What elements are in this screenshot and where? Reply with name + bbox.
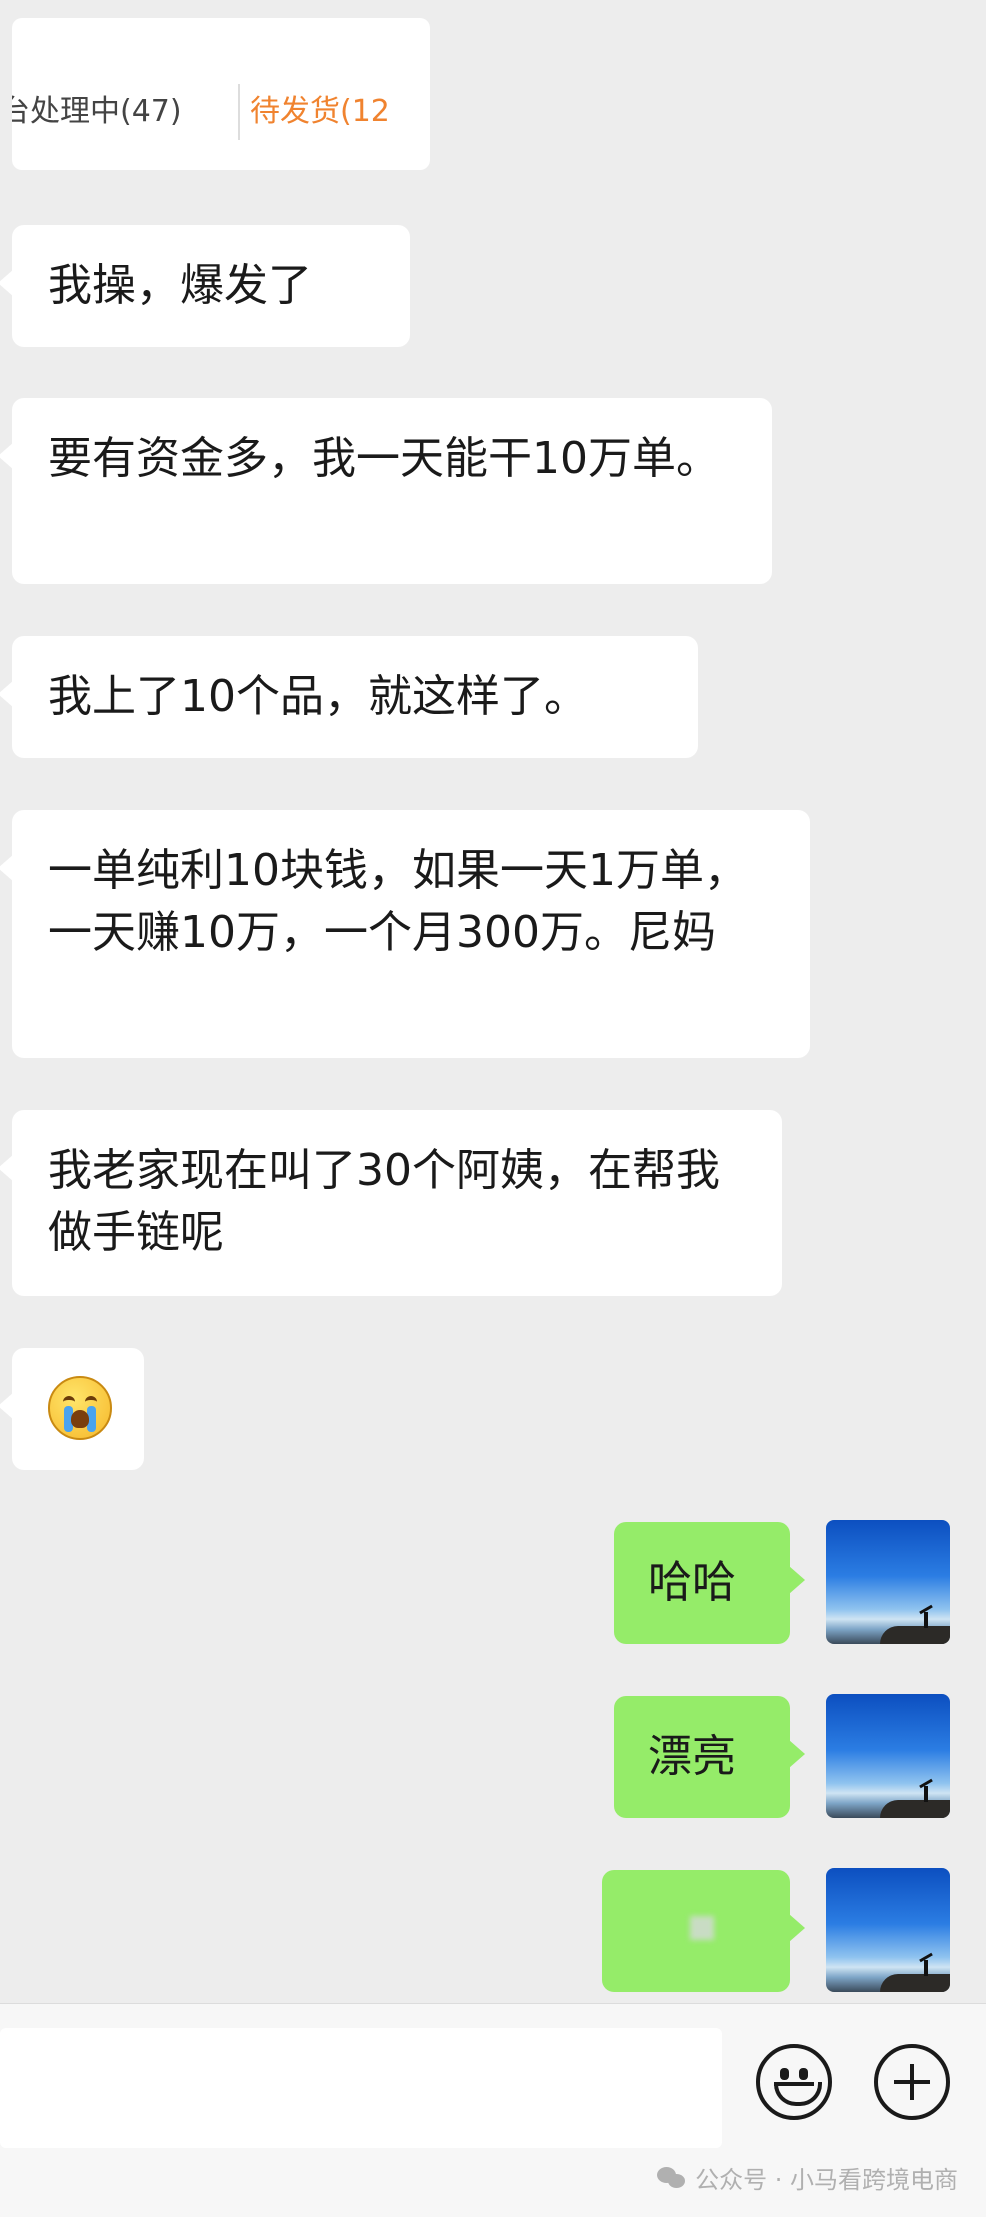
order-tabs: 台处理中(47) 待发货(12 [12,66,430,160]
plus-icon[interactable] [874,2044,950,2120]
chat-history[interactable]: 台处理中(47) 待发货(12 我操，爆发了 要有资金多，我一天能干10万单。 … [0,0,986,2003]
input-bar: 公众号 · 小马看跨境电商 [0,2003,986,2217]
avatar[interactable] [826,1694,950,1818]
redacted-content [690,1916,714,1940]
incoming-message[interactable]: 我老家现在叫了30个阿姨，在帮我做手链呢 [0,1110,782,1296]
incoming-message[interactable]: 我上了10个品，就这样了。 [0,636,698,758]
avatar[interactable] [826,1520,950,1644]
outgoing-message-redacted[interactable] [602,1870,805,1992]
tab-processing: 台处理中(47) [12,84,240,140]
outgoing-message[interactable]: 漂亮 [614,1696,805,1818]
message-input[interactable] [0,2028,722,2148]
watermark-text: 公众号 · 小马看跨境电商 [695,2166,958,2194]
wechat-icon [657,2166,687,2189]
incoming-message[interactable]: 要有资金多，我一天能干10万单。 [0,398,772,584]
incoming-emoji-message[interactable] [0,1348,144,1470]
tab-awaiting-shipment: 待发货(12 [240,84,430,140]
watermark: 公众号 · 小马看跨境电商 [657,2160,958,2195]
incoming-message[interactable]: 一单纯利10块钱，如果一天1万单，一天赚10万，一个月300万。尼妈 [0,810,810,1058]
outgoing-message[interactable]: 哈哈 [614,1522,805,1644]
smiley-icon[interactable] [756,2044,832,2120]
quoted-screenshot-message[interactable]: 台处理中(47) 待发货(12 [12,18,430,170]
incoming-message[interactable]: 我操，爆发了 [0,225,410,347]
avatar[interactable] [826,1868,950,1992]
crying-emoji-icon [48,1376,112,1440]
